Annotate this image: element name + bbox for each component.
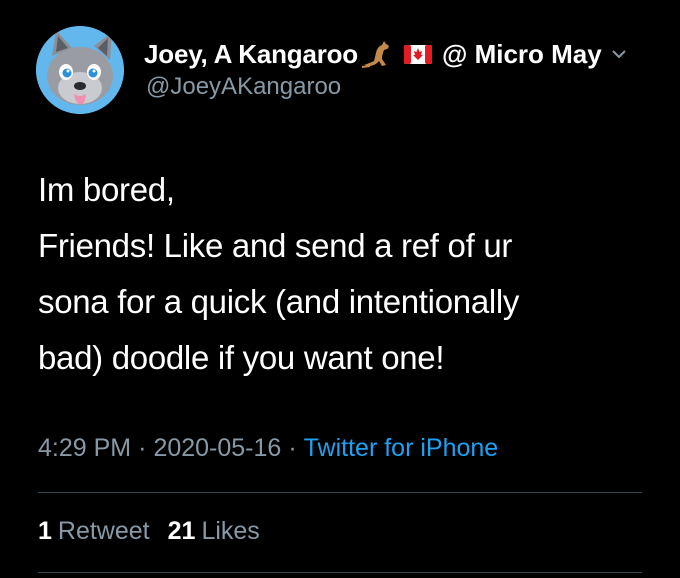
likes-stat[interactable]: 21 Likes — [168, 517, 260, 546]
name-suffix: @ Micro May — [442, 38, 602, 69]
likes-label: Likes — [201, 516, 260, 545]
tweet-date[interactable]: 2020-05-16 — [153, 434, 281, 463]
tweet-time[interactable]: 4:29 PM — [38, 434, 131, 463]
retweets-label: Retweet — [57, 516, 150, 545]
separator: · — [288, 433, 297, 462]
tweet-metadata: 4:29 PM · 2020-05-16 · Twitter for iPhon… — [38, 430, 498, 466]
divider — [38, 572, 642, 573]
user-handle[interactable]: @JoeyAKangaroo — [146, 73, 341, 101]
kangaroo-icon — [360, 39, 394, 69]
divider — [38, 492, 642, 493]
tweet-text: Im bored, Friends! Like and send a ref o… — [38, 162, 658, 386]
avatar[interactable] — [36, 26, 124, 114]
engagement-stats: 1 Retweet 21 Likes — [38, 513, 260, 549]
display-name[interactable]: Joey, A Kangaroo — [144, 39, 358, 70]
tweet-source-link[interactable]: Twitter for iPhone — [304, 434, 499, 463]
chevron-down-icon[interactable] — [610, 45, 628, 63]
tweet-text-line: Im bored, — [38, 171, 175, 208]
author-name-row[interactable]: Joey, A Kangaroo @ Micro May — [144, 38, 628, 70]
retweets-stat[interactable]: 1 Retweet — [38, 517, 150, 546]
tweet-text-line: bad) doodle if you want one! — [38, 339, 445, 376]
tweet-text-line: Friends! Like and send a ref of ur — [38, 227, 513, 264]
likes-count: 21 — [167, 516, 196, 545]
separator: · — [138, 433, 147, 462]
tweet-card: Joey, A Kangaroo @ Micro May @JoeyAKanga… — [0, 0, 680, 578]
wolf-avatar-icon — [36, 26, 124, 114]
canada-flag-icon — [404, 44, 432, 64]
tweet-text-line: sona for a quick (and intentionally — [38, 283, 520, 320]
retweets-count: 1 — [38, 516, 52, 545]
